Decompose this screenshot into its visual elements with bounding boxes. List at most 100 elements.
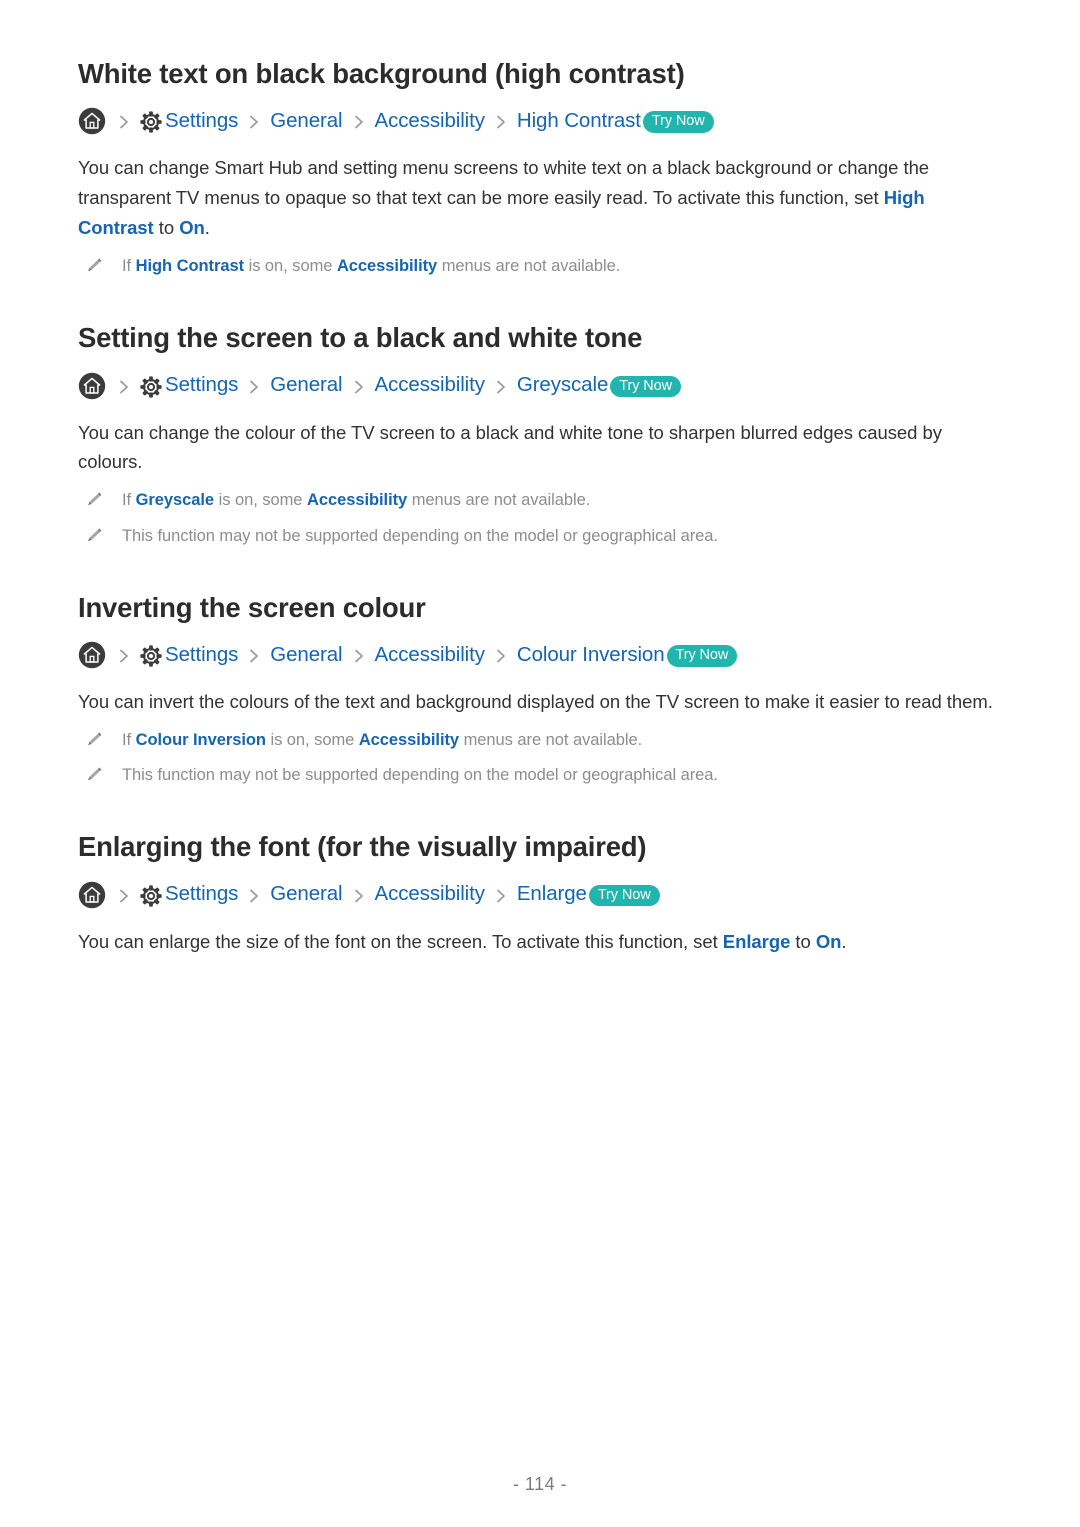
chevron-right-icon — [349, 886, 369, 906]
chevron-right-icon — [244, 377, 264, 397]
section-heading: White text on black background (high con… — [78, 58, 685, 89]
breadcrumb: Settings General Accessibility Enlarge Try N… — [78, 881, 1002, 909]
text-run: This function may not be supported depen… — [122, 766, 718, 785]
text-run: menus are not available. — [459, 731, 643, 750]
section-heading: Setting the screen to a black and white … — [78, 322, 643, 354]
chevron-right-icon — [114, 377, 134, 397]
breadcrumb: Settings General Accessibility Greyscale Try… — [78, 372, 1002, 400]
breadcrumb-item-settings[interactable]: Settings — [165, 644, 238, 666]
note-item: If Colour Inversion is on, some Accessib… — [78, 727, 1002, 754]
home-icon[interactable] — [78, 107, 106, 135]
try-now-badge[interactable]: Try Now — [666, 645, 738, 667]
breadcrumb-item-settings[interactable]: Settings — [165, 110, 238, 132]
text-run: to — [153, 217, 180, 239]
gear-icon — [140, 885, 162, 907]
try-now-badge[interactable]: Try Now — [610, 375, 681, 398]
manual-section: Inverting the screen colour Settings Gener… — [78, 590, 1002, 790]
breadcrumb-item-settings[interactable]: Settings — [165, 375, 238, 396]
section-body: You can enlarge the size of the font on … — [78, 927, 1002, 957]
chevron-right-icon — [244, 646, 264, 666]
text-run: menus are not available. — [407, 491, 591, 510]
note-list: If Greyscale is on, some Accessibility m… — [78, 487, 1002, 549]
pencil-icon — [86, 765, 106, 785]
home-icon[interactable] — [78, 641, 106, 669]
section-body: You can change the colour of the TV scre… — [78, 418, 1002, 478]
text-run: You can change the colour of the TV scre… — [78, 421, 942, 473]
breadcrumb-item-settings[interactable]: Settings — [165, 884, 238, 905]
section-body: You can invert the colours of the text a… — [78, 687, 1002, 717]
breadcrumb: Settings General Accessibility Colour Inver… — [78, 641, 1002, 669]
chevron-right-icon — [349, 377, 369, 397]
chevron-right-icon — [114, 886, 134, 906]
page-footer: - 114 - — [0, 1474, 1080, 1495]
breadcrumb-item-high-contrast[interactable]: High Contrast — [517, 110, 641, 132]
gear-icon — [140, 375, 162, 398]
chevron-right-icon — [491, 112, 511, 132]
breadcrumb-item-general[interactable]: General — [270, 110, 342, 132]
note-item: If Greyscale is on, some Accessibility m… — [78, 487, 1002, 514]
manual-section: White text on black background (high con… — [78, 56, 1002, 280]
try-now-badge[interactable]: Try Now — [642, 111, 714, 133]
inline-link[interactable]: Greyscale — [136, 491, 215, 509]
section-heading: Enlarging the font (for the visually imp… — [78, 831, 647, 863]
inline-link[interactable]: On — [179, 217, 205, 238]
note-list: If High Contrast is on, some Accessibili… — [78, 253, 1002, 280]
note-item: This function may not be supported depen… — [78, 762, 1002, 789]
gear-icon — [140, 111, 162, 133]
inline-link[interactable]: Enlarge — [723, 931, 791, 952]
chevron-right-icon — [114, 646, 134, 666]
text-run: If — [122, 491, 136, 510]
chevron-right-icon — [349, 112, 369, 132]
inline-link[interactable]: High Contrast — [136, 257, 244, 275]
chevron-right-icon — [491, 646, 511, 666]
inline-link[interactable]: On — [816, 931, 842, 952]
breadcrumb-item-greyscale[interactable]: Greyscale — [517, 375, 608, 396]
try-now-badge[interactable]: Try Now — [588, 884, 660, 907]
manual-page: White text on black background (high con… — [0, 0, 1080, 1527]
pencil-icon — [86, 490, 106, 510]
text-run: If — [122, 257, 136, 276]
text-run: If — [122, 731, 136, 750]
text-run: You can enlarge the size of the font on … — [78, 930, 723, 952]
breadcrumb-item-accessibility[interactable]: Accessibility — [375, 884, 485, 905]
text-run: is on, some — [244, 257, 337, 276]
inline-link[interactable]: Colour Inversion — [136, 731, 266, 749]
section-body: You can change Smart Hub and setting men… — [78, 153, 1002, 243]
page-number-label: - 114 - — [512, 1474, 568, 1494]
chevron-right-icon — [349, 646, 369, 666]
text-run: menus are not available. — [437, 257, 621, 276]
breadcrumb-item-general[interactable]: General — [270, 644, 342, 666]
breadcrumb-item-enlarge[interactable]: Enlarge — [517, 884, 587, 905]
chevron-right-icon — [114, 112, 134, 132]
pencil-icon — [86, 526, 106, 546]
breadcrumb-item-general[interactable]: General — [270, 375, 342, 396]
pencil-icon — [86, 256, 106, 276]
chevron-right-icon — [244, 886, 264, 906]
text-run: is on, some — [214, 491, 307, 510]
text-run: to — [790, 930, 816, 952]
text-run: . — [841, 930, 847, 952]
manual-section: Enlarging the font (for the visually imp… — [78, 829, 1002, 956]
inline-link[interactable]: Accessibility — [307, 491, 407, 509]
inline-link[interactable]: Accessibility — [359, 731, 459, 749]
breadcrumb-item-general[interactable]: General — [270, 884, 342, 905]
text-run: This function may not be supported depen… — [122, 526, 718, 545]
inline-link[interactable]: Accessibility — [337, 257, 437, 275]
breadcrumb-item-accessibility[interactable]: Accessibility — [375, 375, 485, 396]
manual-section: Setting the screen to a black and white … — [78, 320, 1002, 550]
breadcrumb: Settings General Accessibility High Contras… — [78, 107, 1002, 135]
home-icon[interactable] — [78, 881, 106, 909]
home-icon[interactable] — [78, 372, 106, 400]
section-heading: Inverting the screen colour — [78, 591, 426, 623]
breadcrumb-item-accessibility[interactable]: Accessibility — [375, 644, 485, 666]
breadcrumb-item-accessibility[interactable]: Accessibility — [375, 110, 485, 132]
note-list: If Colour Inversion is on, some Accessib… — [78, 727, 1002, 789]
breadcrumb-item-colour-inversion[interactable]: Colour Inversion — [517, 644, 665, 666]
text-run: is on, some — [265, 731, 359, 750]
chevron-right-icon — [491, 377, 511, 397]
text-run: You can invert the colours of the text a… — [78, 691, 993, 713]
pencil-icon — [86, 730, 106, 750]
note-item: If High Contrast is on, some Accessibili… — [78, 253, 1002, 280]
page-content: White text on black background (high con… — [78, 0, 1002, 957]
chevron-right-icon — [244, 112, 264, 132]
